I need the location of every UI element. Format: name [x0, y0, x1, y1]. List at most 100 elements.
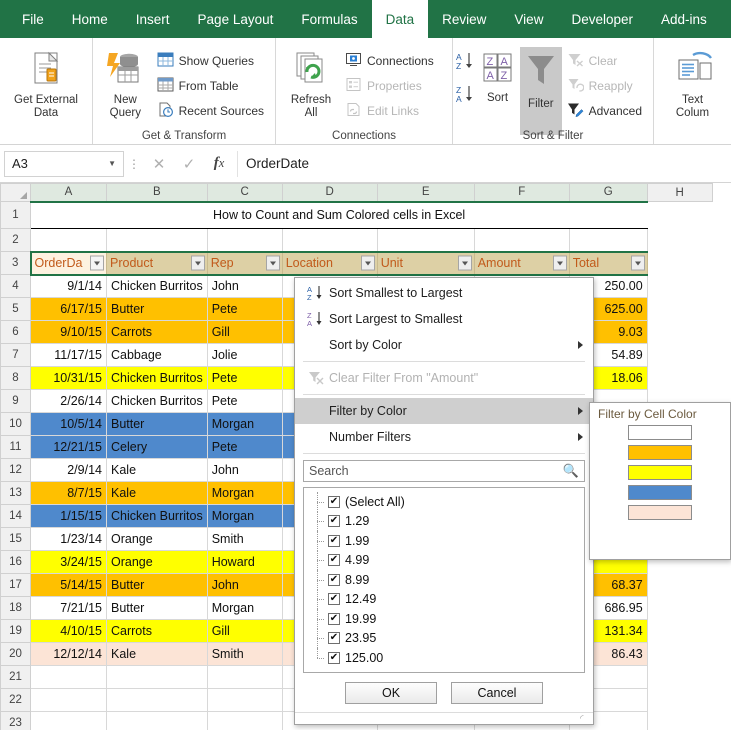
column-header-g[interactable]: G: [568, 183, 648, 203]
cell-order-date[interactable]: 7/21/15: [30, 596, 107, 620]
empty-cell[interactable]: [647, 689, 712, 712]
refresh-all-button[interactable]: Refresh All: [282, 47, 340, 121]
cell-rep[interactable]: Morgan: [207, 504, 283, 528]
cell-order-date[interactable]: 12/12/14: [30, 642, 107, 666]
column-header-e[interactable]: E: [376, 183, 475, 203]
filter-list-item[interactable]: ✔ 8.99: [304, 570, 584, 590]
checkbox[interactable]: ✔: [328, 612, 340, 625]
cell-order-date[interactable]: 5/14/15: [30, 573, 107, 597]
table-header-product[interactable]: Product: [106, 250, 208, 276]
empty-cell[interactable]: [207, 228, 283, 252]
cell-rep[interactable]: Pete: [207, 389, 283, 413]
cell-product[interactable]: Kale: [106, 458, 208, 482]
cell-rep[interactable]: [207, 711, 283, 730]
cancel-button[interactable]: Cancel: [451, 682, 543, 704]
menu-item-sort-by-color[interactable]: Sort by Color: [295, 332, 593, 358]
filter-dropdown-icon-orderda[interactable]: [90, 255, 104, 271]
empty-cell[interactable]: [647, 574, 712, 597]
cell-rep[interactable]: Pete: [207, 297, 283, 321]
filter-search-box[interactable]: Search 🔍: [303, 460, 585, 482]
name-box[interactable]: A3 ▼: [4, 150, 124, 177]
filter-list-item[interactable]: ✔ 4.99: [304, 550, 584, 571]
cell-order-date[interactable]: 10/31/15: [30, 366, 107, 390]
cell-order-date[interactable]: 1/23/14: [30, 527, 107, 551]
cell-product[interactable]: Butter: [106, 573, 208, 597]
color-swatch-peach[interactable]: [628, 505, 692, 520]
confirm-icon[interactable]: ✓: [174, 151, 204, 177]
cell-rep[interactable]: Jolie: [207, 343, 283, 367]
resize-grip-icon[interactable]: ◜: [580, 714, 589, 723]
sheet-title-cell[interactable]: How to Count and Sum Colored cells in Ex…: [30, 201, 648, 229]
ribbon-tab-developer[interactable]: Developer: [557, 0, 647, 38]
checkbox[interactable]: ✔: [328, 495, 340, 508]
cell-order-date[interactable]: 9/1/14: [30, 274, 107, 298]
sort-descending-icon[interactable]: Z A: [455, 84, 475, 109]
column-header-h[interactable]: H: [646, 183, 713, 202]
sort-button[interactable]: Z A A Z Sort: [475, 47, 520, 105]
table-header-orderda[interactable]: OrderDa: [29, 250, 107, 276]
cell-order-date[interactable]: [30, 665, 107, 689]
cell-order-date[interactable]: [30, 688, 107, 712]
ribbon-tab-page-layout[interactable]: Page Layout: [184, 0, 288, 38]
row-header-20[interactable]: 20: [0, 642, 31, 666]
filter-list-item[interactable]: ✔ 1.29: [304, 511, 584, 532]
cell-product[interactable]: Chicken Burritos: [106, 389, 208, 413]
row-header-8[interactable]: 8: [0, 366, 31, 390]
cell-rep[interactable]: Morgan: [207, 481, 283, 505]
row-header-4[interactable]: 4: [0, 274, 31, 298]
row-header-14[interactable]: 14: [0, 504, 31, 528]
show-queries-button[interactable]: Show Queries: [152, 49, 269, 73]
row-header-15[interactable]: 15: [0, 527, 31, 551]
empty-cell[interactable]: [474, 228, 570, 252]
row-header-18[interactable]: 18: [0, 596, 31, 620]
chevron-down-icon[interactable]: ▼: [108, 159, 116, 168]
empty-cell[interactable]: [647, 229, 712, 252]
table-header-amount[interactable]: Amount: [474, 250, 570, 276]
empty-cell[interactable]: [647, 597, 712, 620]
cell-product[interactable]: Kale: [106, 481, 208, 505]
row-header-13[interactable]: 13: [0, 481, 31, 505]
checkbox[interactable]: ✔: [328, 632, 340, 645]
checkbox[interactable]: ✔: [328, 573, 340, 586]
cell-order-date[interactable]: 1/15/15: [30, 504, 107, 528]
color-swatch-yellow[interactable]: [628, 465, 692, 480]
row-header-3[interactable]: 3: [0, 251, 31, 275]
search-input[interactable]: Search: [309, 464, 349, 478]
cell-rep[interactable]: [207, 688, 283, 712]
cancel-icon[interactable]: ✕: [144, 151, 174, 177]
row-header-16[interactable]: 16: [0, 550, 31, 574]
cell-order-date[interactable]: 2/9/14: [30, 458, 107, 482]
filter-dropdown-icon-unit[interactable]: [457, 255, 472, 271]
empty-cell[interactable]: [647, 202, 712, 229]
cell-product[interactable]: Butter: [106, 297, 208, 321]
row-header-19[interactable]: 19: [0, 619, 31, 643]
filter-list-item[interactable]: ✔ (Select All): [304, 492, 584, 512]
empty-cell[interactable]: [647, 344, 712, 367]
row-header-7[interactable]: 7: [0, 343, 31, 367]
filter-button[interactable]: Filter: [520, 47, 562, 135]
table-header-unit[interactable]: Unit: [377, 250, 475, 276]
cell-rep[interactable]: John: [207, 274, 283, 298]
column-header-a[interactable]: A: [30, 183, 107, 203]
cell-product[interactable]: Butter: [106, 412, 208, 436]
cell-product[interactable]: Chicken Burritos: [106, 274, 208, 298]
empty-cell[interactable]: [106, 228, 208, 252]
table-header-total[interactable]: Total: [569, 250, 648, 276]
select-all-corner[interactable]: [0, 183, 31, 202]
cell-rep[interactable]: Morgan: [207, 596, 283, 620]
checkbox[interactable]: ✔: [328, 515, 340, 528]
color-swatch-blue[interactable]: [628, 485, 692, 500]
empty-cell[interactable]: [647, 275, 712, 298]
cell-order-date[interactable]: 11/17/15: [30, 343, 107, 367]
column-header-c[interactable]: C: [206, 183, 283, 203]
filter-list-item[interactable]: ✔ 23.95: [304, 628, 584, 649]
column-header-d[interactable]: D: [281, 183, 378, 203]
cell-product[interactable]: [106, 711, 208, 730]
filter-list-item[interactable]: ✔ 19.99: [304, 609, 584, 629]
checkbox[interactable]: ✔: [328, 534, 340, 547]
filter-list-item[interactable]: ✔ 125.00: [304, 648, 584, 668]
row-header-12[interactable]: 12: [0, 458, 31, 482]
cell-order-date[interactable]: 6/17/15: [30, 297, 107, 321]
fx-icon[interactable]: fx: [204, 151, 234, 177]
menu-item-number-filters[interactable]: Number Filters: [295, 424, 593, 450]
